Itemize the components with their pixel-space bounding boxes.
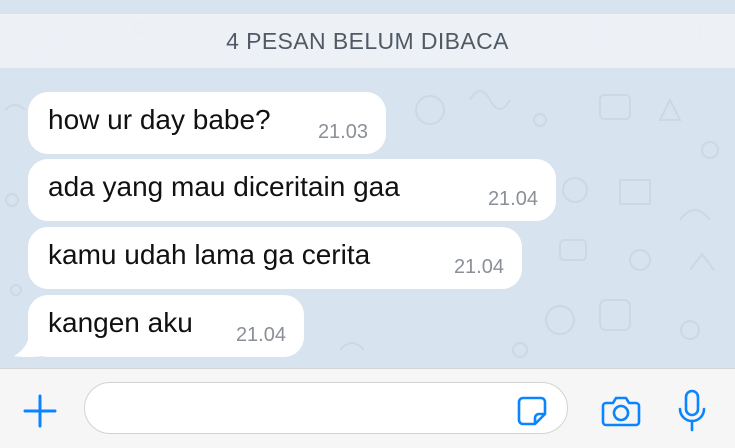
unread-messages-banner: 4 PESAN BELUM DIBACA: [0, 14, 735, 68]
message-text: ada yang mau diceritain gaa: [48, 171, 400, 202]
voice-message-button[interactable]: [672, 387, 712, 435]
message-text: kamu udah lama ga cerita: [48, 239, 371, 270]
chat-background: 4 PESAN BELUM DIBACA how ur day babe? 21…: [0, 0, 735, 368]
camera-icon: [601, 396, 641, 427]
message-input-bar: [0, 368, 735, 448]
message-timestamp: 21.04: [487, 188, 538, 210]
message-bubble[interactable]: how ur day babe? 21.03: [28, 92, 386, 154]
message-timestamp: 21.04: [235, 324, 286, 346]
sticker-button[interactable]: [512, 391, 552, 431]
message-text: kangen aku: [48, 307, 193, 338]
message-timestamp: 21.03: [317, 121, 368, 143]
message-text: how ur day babe?: [48, 104, 271, 135]
message-input[interactable]: [84, 382, 568, 434]
camera-button[interactable]: [598, 391, 644, 431]
message-bubble[interactable]: kangen aku 21.04: [28, 295, 304, 357]
unread-banner-text: 4 PESAN BELUM DIBACA: [226, 27, 509, 54]
add-attachment-button[interactable]: [20, 391, 60, 431]
message-bubble[interactable]: ada yang mau diceritain gaa 21.04: [28, 159, 556, 221]
sticker-icon: [517, 396, 547, 426]
microphone-icon: [678, 389, 706, 432]
plus-icon: [23, 394, 57, 428]
message-bubble[interactable]: kamu udah lama ga cerita 21.04: [28, 227, 522, 289]
message-timestamp: 21.04: [453, 256, 504, 278]
